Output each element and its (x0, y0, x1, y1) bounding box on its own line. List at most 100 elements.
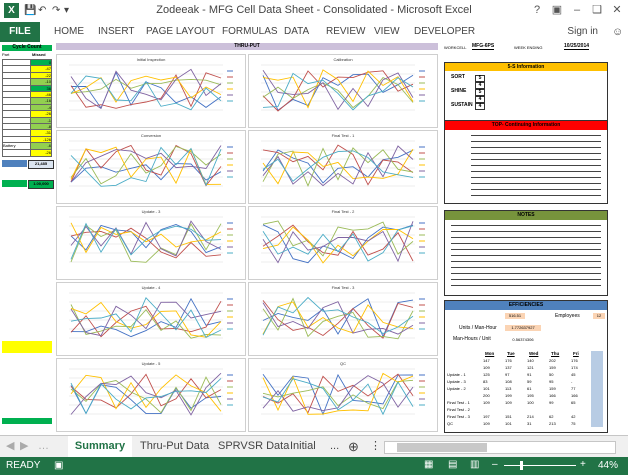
thruput-chart[interactable]: Final Test - 2 (248, 206, 438, 280)
eff-row-value: 97 (505, 372, 510, 377)
eff-row-value: 101 (483, 386, 490, 391)
horizontal-scrollbar[interactable] (384, 441, 616, 454)
issue-line[interactable] (471, 165, 601, 166)
thruput-chart[interactable]: Calibration (248, 54, 438, 128)
new-sheet-icon[interactable]: ⊕ (348, 436, 359, 457)
tab-initial[interactable]: Initial (290, 436, 316, 457)
issue-line[interactable] (471, 153, 601, 154)
note-line[interactable] (451, 255, 601, 256)
thruput-chart[interactable]: Update - 3 (56, 206, 246, 280)
note-line[interactable] (451, 231, 601, 232)
note-line[interactable] (451, 279, 601, 280)
smiley-icon[interactable]: ☺ (612, 22, 623, 42)
help-icon[interactable]: ? (528, 2, 546, 18)
tab-formulas[interactable]: FORMULAS (222, 22, 278, 42)
issue-line[interactable] (471, 171, 601, 172)
chart-plot (69, 368, 233, 416)
zoom-slider-thumb[interactable] (520, 461, 523, 470)
tab-sprvsr-data[interactable]: SPRVSR Data (218, 436, 289, 457)
fives-title: 5-S Information (445, 63, 607, 71)
note-line[interactable] (451, 273, 601, 274)
note-line[interactable] (451, 267, 601, 268)
worksheet[interactable]: Cycle Count Part Missed 0 -47 -22 -10 36 -46-… (0, 42, 628, 435)
scroll-right-icon[interactable]: ▶ (20, 436, 28, 457)
ribbon-tabs: FILE HOME INSERT PAGE LAYOUT FORMULAS DA… (0, 22, 628, 43)
normal-view-icon[interactable]: ▦ (424, 459, 433, 470)
tab-insert[interactable]: INSERT (98, 22, 135, 42)
tab-data[interactable]: DATA (284, 22, 309, 42)
split-handle-icon[interactable]: ⋮ (370, 436, 381, 457)
zoom-slider[interactable] (504, 461, 576, 470)
eff-row-value: 113 (505, 386, 512, 391)
file-tab[interactable]: FILE (0, 22, 40, 42)
tab-home[interactable]: HOME (54, 22, 84, 42)
eff-row-value: - (571, 379, 573, 384)
tab-summary[interactable]: Summary (68, 436, 132, 459)
sign-in-link[interactable]: Sign in (567, 22, 598, 42)
issue-line[interactable] (471, 177, 601, 178)
close-icon[interactable]: ✕ (608, 2, 626, 18)
thruput-chart[interactable]: QC (248, 358, 438, 432)
eff-row-label: Final Test - 1 (447, 400, 470, 405)
eff-row-value: 121 (527, 365, 534, 370)
day-header: Fri (573, 351, 579, 356)
series-line (70, 297, 222, 338)
eff-row-value: 83 (483, 379, 488, 384)
tabs-more-right[interactable]: ... (330, 436, 339, 457)
fives-score: 4 (475, 96, 485, 103)
eff-row-value: 125 (483, 372, 490, 377)
tab-developer[interactable]: DEVELOPER (414, 22, 475, 42)
tab-thruput-data[interactable]: Thru-Put Data (140, 436, 209, 457)
note-line[interactable] (451, 249, 601, 250)
ribbon-display-icon[interactable]: ▣ (548, 2, 566, 18)
thruput-chart[interactable]: Final Test - 3 (248, 282, 438, 356)
issue-line[interactable] (471, 159, 601, 160)
eff-row-value: 166 (549, 393, 556, 398)
issue-line[interactable] (471, 189, 601, 190)
series-line (262, 149, 414, 184)
issue-line[interactable] (471, 141, 601, 142)
efficiencies-box: EFFICIENCIES 516.51 Employees 12 Units /… (444, 300, 608, 433)
left-green-bar (2, 418, 52, 424)
macro-record-icon[interactable]: ▣ (54, 460, 63, 471)
thruput-chart[interactable]: Update - 5 (56, 358, 246, 432)
scroll-left-icon[interactable]: ◀ (6, 436, 14, 457)
tab-view[interactable]: VIEW (374, 22, 400, 42)
note-line[interactable] (451, 243, 601, 244)
thruput-chart[interactable]: Initial Inspection (56, 54, 246, 128)
note-line[interactable] (451, 225, 601, 226)
issue-line[interactable] (471, 195, 601, 196)
eff-row-label: Update - 1 (447, 372, 466, 377)
issue-line[interactable] (471, 135, 601, 136)
note-line[interactable] (451, 285, 601, 286)
series-line (262, 224, 414, 262)
restore-icon[interactable]: ❑ (588, 2, 606, 18)
issue-line[interactable] (471, 147, 601, 148)
zoom-level[interactable]: 44% (598, 460, 618, 471)
eff-row-value: 101 (505, 421, 512, 426)
eff-row-value: 109 (483, 421, 490, 426)
page-break-view-icon[interactable]: ▥ (470, 459, 479, 470)
horizontal-scroll-thumb[interactable] (397, 443, 487, 452)
thruput-chart[interactable]: Update - 4 (56, 282, 246, 356)
minimize-icon[interactable]: – (568, 2, 586, 18)
issue-line[interactable] (471, 183, 601, 184)
note-line[interactable] (451, 261, 601, 262)
zoom-out-icon[interactable]: – (492, 459, 498, 470)
fives-score: 5 (475, 89, 485, 96)
thruput-chart[interactable]: Conversion (56, 130, 246, 204)
tab-review[interactable]: REVIEW (326, 22, 365, 42)
eff-row-value: 109 (483, 400, 490, 405)
thruput-chart[interactable]: Final Test - 1 (248, 130, 438, 204)
vertical-scroll-area[interactable] (608, 42, 628, 435)
note-line[interactable] (451, 237, 601, 238)
tab-page-layout[interactable]: PAGE LAYOUT (146, 22, 215, 42)
eff-row-value: 75 (571, 421, 576, 426)
page-layout-view-icon[interactable]: ▤ (448, 459, 457, 470)
eff-row-value: 174 (571, 365, 578, 370)
eff-row-value: 159 (549, 365, 556, 370)
eff-value-2: 1.772637927 (505, 325, 541, 331)
chart-plot (261, 292, 425, 340)
zoom-in-icon[interactable]: + (580, 459, 586, 470)
tabs-more-left-icon[interactable]: … (38, 436, 49, 457)
